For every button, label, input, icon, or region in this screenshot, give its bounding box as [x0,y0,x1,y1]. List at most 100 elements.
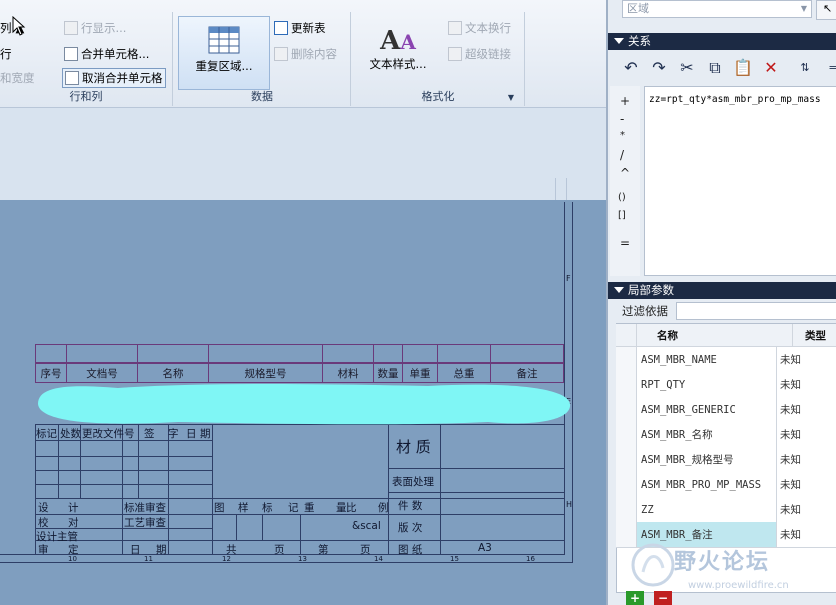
local-params-header[interactable]: 局部参数 [608,282,836,299]
ruler-number: 16 [526,555,535,563]
param-row[interactable]: ASM_MBR_名称 未知 [616,422,836,448]
show-rows-button[interactable]: 行显示... [64,20,126,36]
param-type: 未知 [780,529,801,541]
redo-icon[interactable]: ↷ [648,57,670,79]
param-name[interactable]: ZZ [637,497,777,522]
param-name[interactable]: ASM_MBR_规格型号 [637,447,777,472]
bom-header: 文档号 [66,363,138,383]
text-wrap-icon [448,21,462,35]
relations-panel: 区域 ▼ ↖ 关系 ↶ ↷ ✂ ⧉ 📋 ✕ ⇅ = + - * / ^ () [… [606,0,836,605]
param-row[interactable]: ASM_MBR_GENERIC 未知 [616,397,836,423]
param-name[interactable]: ASM_MBR_NAME [637,347,777,372]
divide-operator-button[interactable]: / [620,148,624,162]
bom-header: 序号 [35,363,67,383]
row-selector[interactable] [616,397,637,422]
undo-icon[interactable]: ↶ [620,57,642,79]
parentheses-button[interactable]: () [618,192,626,203]
multiply-operator-button[interactable]: * [620,130,625,141]
merge-cells-button[interactable]: 合并单元格... [64,46,149,62]
param-row[interactable]: ZZ 未知 [616,497,836,523]
frame-line [0,562,573,563]
refresh-icon [274,21,288,35]
delete-icon[interactable]: ✕ [760,57,782,79]
param-name[interactable]: ASM_MBR_GENERIC [637,397,777,422]
more-icon[interactable]: = [822,57,836,79]
column-header-name[interactable]: 名称 [637,324,793,346]
remove-param-button[interactable]: − [654,591,672,605]
relations-header[interactable]: 关系 [608,33,836,50]
group-format: AA 文本样式... 文本换行 超级链接 格式化 ▼ [352,12,525,106]
bom-header: 数量 [373,363,403,383]
row-selector[interactable] [616,422,637,447]
plus-operator-button[interactable]: + [620,94,630,108]
drawing-sheet[interactable]: F E H 10 11 12 13 14 15 16 序号 文档号 名称 规格型… [0,200,606,605]
row-selector[interactable] [616,372,637,397]
bom-header: 材料 [322,363,374,383]
hyperlink-button[interactable]: 超级链接 [448,46,511,62]
title-block-line [168,424,169,554]
middle-label: 共 [226,544,237,556]
title-block-line [388,468,565,469]
middle-label: 页 [360,544,371,556]
row-button[interactable]: 行 [0,46,12,62]
title-block-line [300,514,301,554]
material-label: 材 质 [396,438,431,456]
height-width-button[interactable]: 和宽度 [0,70,35,86]
row-selector[interactable] [616,347,637,372]
param-type: 未知 [780,429,801,441]
revision-header: 日 [186,428,197,440]
param-name[interactable]: ASM_MBR_PRO_MP_MASS [637,472,777,497]
mouse-cursor-icon [12,16,26,36]
sign-label: 日 [130,544,141,556]
brackets-button[interactable]: [] [618,210,626,221]
update-table-button[interactable]: 更新表 [274,20,326,36]
row-selector[interactable] [616,522,637,547]
sheet-size-value: A3 [478,542,492,554]
add-param-button[interactable]: + [626,591,644,605]
region-dropdown[interactable]: 区域 ▼ [622,0,812,18]
title-block-line [388,492,565,493]
param-name[interactable]: RPT_QTY [637,372,777,397]
param-row[interactable]: RPT_QTY 未知 [616,372,836,398]
text-style-button[interactable]: AA 文本样式... [360,26,436,72]
copy-icon[interactable]: ⧉ [704,57,726,79]
equals-operator-button[interactable]: = [620,236,630,250]
middle-label: 图 [214,502,225,514]
row-selector[interactable] [616,497,637,522]
title-block-line [35,498,565,499]
delete-content-button[interactable]: 删除内容 [274,46,337,62]
bom-repeat-row[interactable] [35,344,564,363]
column-header-type[interactable]: 类型 [793,328,826,343]
title-block-line [262,514,263,540]
sign-label: 审 [38,544,49,556]
ruler-number: 15 [450,555,459,563]
group-expand-icon[interactable]: ▼ [508,93,514,102]
param-row[interactable]: ASM_MBR_PRO_MP_MASS 未知 [616,472,836,498]
relation-editor[interactable]: zz=rpt_qty*asm_mbr_pro_mp_mass [644,86,836,276]
param-row[interactable]: ASM_MBR_备注 未知 [616,522,836,548]
relation-text[interactable]: zz=rpt_qty*asm_mbr_pro_mp_mass [649,94,821,105]
param-name[interactable]: ASM_MBR_备注 [637,522,777,547]
evaluate-icon[interactable]: ⇅ [794,57,816,79]
text-wrap-button[interactable]: 文本换行 [448,20,511,36]
paste-icon[interactable]: 📋 [732,57,754,79]
param-row[interactable]: ASM_MBR_规格型号 未知 [616,447,836,473]
bom-header: 规格型号 [208,363,323,383]
grid-icon [64,21,78,35]
cut-icon[interactable]: ✂ [676,57,698,79]
revision-header: 更改文件号 [82,428,135,440]
param-name[interactable]: ASM_MBR_名称 [637,422,777,447]
guide-line [555,178,556,200]
repeat-region-button[interactable]: 重复区域... [178,16,270,90]
drawing-canvas-top [0,108,606,200]
power-operator-button[interactable]: ^ [620,166,630,180]
revision-header: 标记 [36,428,57,440]
minus-operator-button[interactable]: - [620,112,624,126]
row-selector[interactable] [616,472,637,497]
middle-label: 重 [304,502,315,514]
param-row[interactable]: ASM_MBR_NAME 未知 [616,347,836,373]
filter-input[interactable] [676,302,836,320]
row-selector[interactable] [616,447,637,472]
select-button[interactable]: ↖ [816,0,836,20]
unmerge-cells-button[interactable]: 取消合并单元格 [62,68,166,88]
